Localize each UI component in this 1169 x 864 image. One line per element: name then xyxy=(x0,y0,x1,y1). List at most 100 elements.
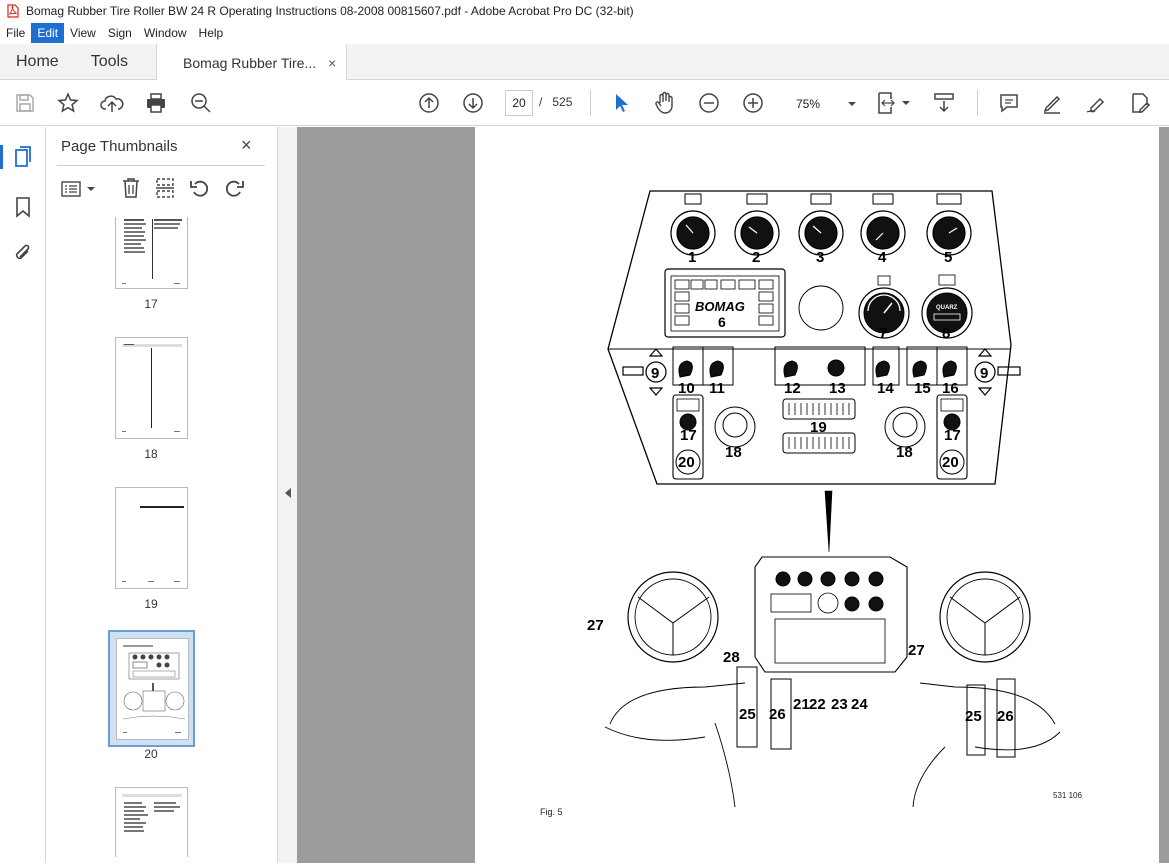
svg-text:22: 22 xyxy=(809,696,826,713)
page-thumbnail-selected[interactable] xyxy=(108,630,195,747)
hand-tool-icon[interactable] xyxy=(653,91,677,115)
page-thumbnails-tab[interactable] xyxy=(0,145,46,169)
total-pages: 525 xyxy=(552,95,573,109)
menu-sign[interactable]: Sign xyxy=(102,23,138,43)
svg-text:27: 27 xyxy=(908,642,925,659)
page-number-input[interactable]: 20 xyxy=(505,90,533,116)
document-viewer: 12345 BOMAG 6 7 QUARZ 8 10 11 12 13 14 1… xyxy=(297,127,1169,863)
thumbnail-preview xyxy=(122,344,182,432)
quartz-label: QUARZ xyxy=(936,305,958,311)
zoom-search-icon[interactable] xyxy=(189,91,213,115)
zoom-level-select[interactable]: 75% xyxy=(787,94,857,114)
svg-text:20: 20 xyxy=(942,454,959,471)
svg-text:7: 7 xyxy=(879,325,887,342)
figure-code: 531 106 xyxy=(1053,791,1082,800)
bookmarks-tab[interactable] xyxy=(11,195,35,219)
rotate-clockwise-icon[interactable] xyxy=(223,178,245,198)
tab-tools[interactable]: Tools xyxy=(75,44,144,79)
panel-title: Page Thumbnails xyxy=(61,138,178,155)
extract-page-icon[interactable] xyxy=(155,177,175,199)
svg-text:3: 3 xyxy=(816,249,824,266)
bookmark-icon xyxy=(16,197,30,218)
zoom-out-icon[interactable] xyxy=(697,91,721,115)
thumbnail-options-icon[interactable] xyxy=(61,179,97,199)
panel-toolbar xyxy=(57,177,267,201)
zoom-level-value: 75% xyxy=(796,97,821,111)
delete-page-icon[interactable] xyxy=(121,177,141,199)
print-icon[interactable] xyxy=(144,91,168,115)
bookmark-star-icon[interactable] xyxy=(56,91,80,115)
tab-close-icon[interactable]: × xyxy=(328,55,336,71)
svg-text:13: 13 xyxy=(829,380,846,397)
tab-document[interactable]: Bomag Rubber Tire... × xyxy=(156,44,348,81)
svg-text:27: 27 xyxy=(587,617,604,634)
zoom-in-icon[interactable] xyxy=(741,91,765,115)
toolbar-divider xyxy=(977,90,978,116)
save-icon[interactable] xyxy=(13,91,37,115)
fit-page-icon[interactable] xyxy=(876,91,912,115)
page-thumbnail[interactable] xyxy=(115,487,188,589)
tab-document-label: Bomag Rubber Tire... xyxy=(183,54,317,71)
panel-splitter[interactable] xyxy=(277,127,297,863)
menu-bar: File Edit View Sign Window Help xyxy=(0,22,1169,44)
select-cursor-icon[interactable] xyxy=(609,91,633,115)
svg-text:17: 17 xyxy=(944,427,961,444)
title-bar: Bomag Rubber Tire Roller BW 24 R Operati… xyxy=(0,0,1169,22)
comment-icon[interactable] xyxy=(997,91,1021,115)
thumbnail-preview xyxy=(122,645,186,733)
svg-text:6: 6 xyxy=(718,314,726,330)
svg-text:14: 14 xyxy=(877,380,894,397)
svg-text:4: 4 xyxy=(878,249,887,266)
svg-text:15: 15 xyxy=(914,380,931,397)
page-thumbnail[interactable] xyxy=(115,217,188,289)
scroll-mode-icon[interactable] xyxy=(932,91,956,115)
svg-text:20: 20 xyxy=(678,454,695,471)
svg-text:24: 24 xyxy=(851,696,868,713)
attachments-tab[interactable] xyxy=(11,241,35,265)
panel-close-icon[interactable]: × xyxy=(241,135,252,156)
tab-home[interactable]: Home xyxy=(0,44,75,79)
acrobat-pdf-icon xyxy=(7,4,19,18)
page-thumbnails-panel: Page Thumbnails × 17 18 19 20 xyxy=(47,127,315,863)
previous-page-icon[interactable] xyxy=(417,91,441,115)
svg-text:23: 23 xyxy=(831,696,848,713)
svg-text:5: 5 xyxy=(944,249,952,266)
main-toolbar: 20 / 525 75% xyxy=(0,80,1169,126)
page-thumbnail[interactable] xyxy=(115,337,188,439)
collapse-panel-icon[interactable] xyxy=(284,487,292,499)
next-page-icon[interactable] xyxy=(461,91,485,115)
thumbnail-preview xyxy=(122,506,184,582)
svg-text:2: 2 xyxy=(752,249,760,266)
upload-cloud-icon[interactable] xyxy=(100,91,124,115)
svg-text:9: 9 xyxy=(980,365,988,382)
bomag-logo-text: BOMAG xyxy=(695,299,745,314)
svg-text:25: 25 xyxy=(965,708,982,725)
menu-file[interactable]: File xyxy=(0,23,31,43)
svg-text:17: 17 xyxy=(680,427,697,444)
rotate-counterclockwise-icon[interactable] xyxy=(189,178,211,198)
thumbnail-label: 20 xyxy=(144,747,158,761)
page-thumbnail xyxy=(116,638,189,740)
page-thumbnails-icon xyxy=(14,146,31,167)
svg-text:26: 26 xyxy=(997,708,1014,725)
svg-text:9: 9 xyxy=(651,365,659,382)
svg-text:26: 26 xyxy=(769,706,786,723)
sign-pen-icon[interactable] xyxy=(1084,91,1108,115)
edit-pdf-icon[interactable] xyxy=(1128,91,1152,115)
paperclip-icon xyxy=(15,244,30,260)
page-thumbnail[interactable] xyxy=(115,787,188,857)
thumbnail-label: 17 xyxy=(144,297,158,311)
page-count: / 525 xyxy=(539,95,572,109)
pdf-page: 12345 BOMAG 6 7 QUARZ 8 10 11 12 13 14 1… xyxy=(475,127,1159,863)
svg-text:18: 18 xyxy=(725,444,742,461)
svg-text:25: 25 xyxy=(739,706,756,723)
svg-text:19: 19 xyxy=(810,419,827,436)
svg-text:28: 28 xyxy=(723,649,740,666)
menu-window[interactable]: Window xyxy=(138,23,193,43)
menu-edit[interactable]: Edit xyxy=(31,23,65,43)
menu-view[interactable]: View xyxy=(64,23,102,43)
menu-help[interactable]: Help xyxy=(193,23,230,43)
svg-text:18: 18 xyxy=(896,444,913,461)
thumbnail-preview xyxy=(122,219,182,284)
highlight-pen-icon[interactable] xyxy=(1040,91,1064,115)
